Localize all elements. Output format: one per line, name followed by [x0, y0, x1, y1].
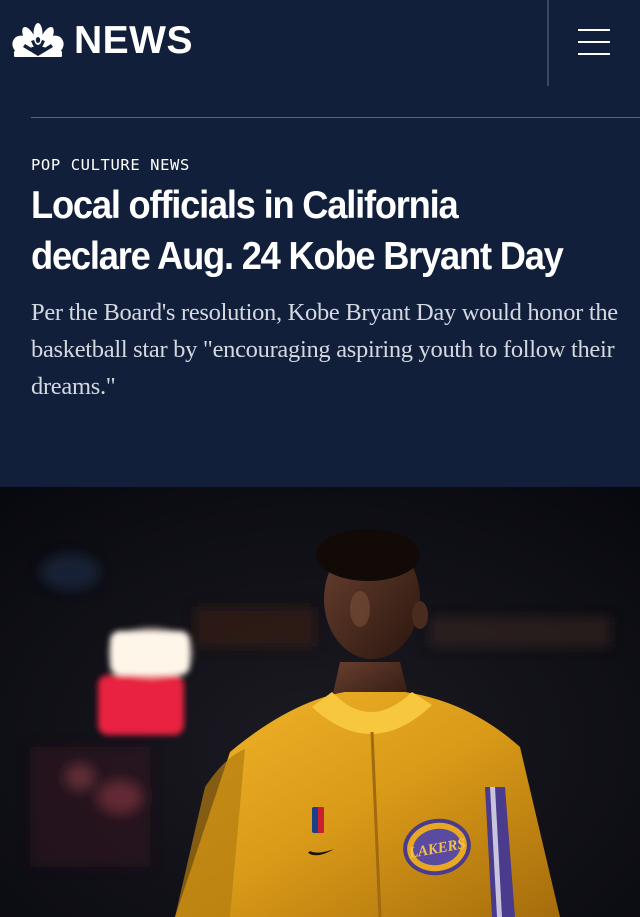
article-page: NEWS POP CULTURE NEWS Local officials in… [0, 0, 640, 917]
section-divider [31, 117, 640, 118]
category-link[interactable]: POP CULTURE NEWS [31, 156, 190, 174]
menu-button[interactable] [568, 22, 620, 62]
nbc-news-logo[interactable]: NEWS [12, 18, 193, 62]
header-divider [547, 0, 549, 86]
peacock-icon [12, 23, 64, 57]
article-headline: Local officials in California declare Au… [31, 184, 564, 278]
hamburger-menu-icon [578, 29, 610, 55]
logo-text: NEWS [74, 18, 193, 62]
site-header: NEWS [0, 0, 640, 86]
article-dek: Per the Board's resolution, Kobe Bryant … [31, 299, 618, 400]
hero-image: LAKERS [0, 487, 640, 917]
hero-photo: LAKERS [0, 487, 640, 917]
